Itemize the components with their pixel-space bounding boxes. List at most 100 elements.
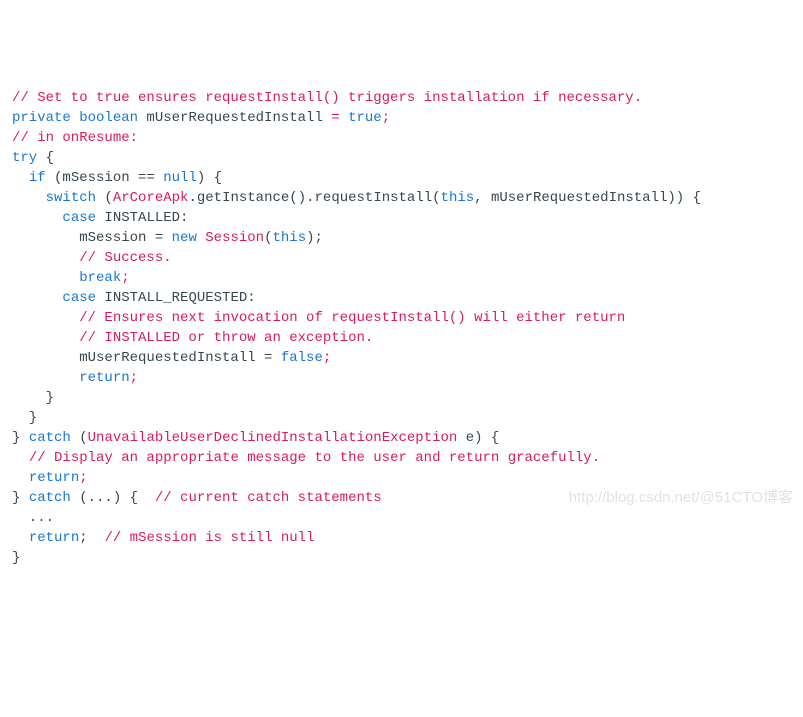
punct: ; bbox=[130, 370, 138, 386]
code-text: INSTALL_REQUESTED: bbox=[96, 290, 256, 306]
code-line: mSession = new Session(this); bbox=[12, 228, 791, 248]
code-text: ); bbox=[306, 230, 323, 246]
type: UnavailableUserDeclinedInstallationExcep… bbox=[88, 430, 458, 446]
code-text: } bbox=[12, 490, 29, 506]
code-text: mUserRequestedInstall = bbox=[12, 350, 281, 366]
punct: ; bbox=[382, 110, 390, 126]
literal: null bbox=[163, 170, 197, 186]
code-text: ( bbox=[432, 190, 440, 206]
code-line: } bbox=[12, 548, 791, 568]
indent bbox=[12, 210, 62, 226]
keyword: new bbox=[172, 230, 197, 246]
indent bbox=[12, 290, 62, 306]
code-line: return; // mSession is still null bbox=[12, 528, 791, 548]
code-text: , mUserRequestedInstall)) { bbox=[474, 190, 701, 206]
code-line: try { bbox=[12, 148, 791, 168]
code-text: ( bbox=[71, 430, 88, 446]
type: Session bbox=[205, 230, 264, 246]
keyword: catch bbox=[29, 490, 71, 506]
code-line: // Set to true ensures requestInstall() … bbox=[12, 88, 791, 108]
keyword: break bbox=[79, 270, 121, 286]
code-line: } bbox=[12, 388, 791, 408]
code-text: ; bbox=[79, 530, 104, 546]
code-text: ) { bbox=[197, 170, 222, 186]
indent bbox=[12, 250, 79, 266]
keyword: try bbox=[12, 150, 37, 166]
indent bbox=[12, 330, 79, 346]
keyword: return bbox=[29, 530, 79, 546]
code-line: } catch (UnavailableUserDeclinedInstalla… bbox=[12, 428, 791, 448]
comment: // Ensures next invocation of requestIns… bbox=[79, 310, 625, 326]
indent bbox=[12, 470, 29, 486]
comment: // Success. bbox=[79, 250, 171, 266]
keyword: this bbox=[272, 230, 306, 246]
code-text: (). bbox=[289, 190, 314, 206]
code-block: // Set to true ensures requestInstall() … bbox=[12, 88, 791, 568]
code-text: { bbox=[37, 150, 54, 166]
indent bbox=[12, 190, 46, 206]
code-text: } bbox=[12, 390, 54, 406]
code-text: (mSession == bbox=[46, 170, 164, 186]
indent bbox=[12, 530, 29, 546]
code-line: break; bbox=[12, 268, 791, 288]
code-line: case INSTALL_REQUESTED: bbox=[12, 288, 791, 308]
comment: // Display an appropriate message to the… bbox=[29, 450, 600, 466]
code-text bbox=[340, 110, 348, 126]
punct: ; bbox=[79, 470, 87, 486]
operator: = bbox=[331, 110, 339, 126]
code-line: // INSTALLED or throw an exception. bbox=[12, 328, 791, 348]
keyword: case bbox=[62, 290, 96, 306]
code-text bbox=[197, 230, 205, 246]
comment: // mSession is still null bbox=[104, 530, 314, 546]
code-text: . bbox=[188, 190, 196, 206]
code-line: mUserRequestedInstall = false; bbox=[12, 348, 791, 368]
indent bbox=[12, 270, 79, 286]
comment: // in onResume: bbox=[12, 130, 138, 146]
code-line: } bbox=[12, 408, 791, 428]
keyword: switch bbox=[46, 190, 96, 206]
comment: // INSTALLED or throw an exception. bbox=[79, 330, 373, 346]
indent bbox=[12, 310, 79, 326]
code-text: } bbox=[12, 410, 37, 426]
code-line: // Success. bbox=[12, 248, 791, 268]
literal: true bbox=[348, 110, 382, 126]
keyword: return bbox=[79, 370, 129, 386]
literal: false bbox=[281, 350, 323, 366]
indent bbox=[12, 450, 29, 466]
code-line: } catch (...) { // current catch stateme… bbox=[12, 488, 791, 508]
keyword: private boolean bbox=[12, 110, 138, 126]
type: ArCoreApk bbox=[113, 190, 189, 206]
code-text: } bbox=[12, 550, 20, 566]
keyword: return bbox=[29, 470, 79, 486]
keyword: this bbox=[441, 190, 475, 206]
punct: ; bbox=[121, 270, 129, 286]
code-line: // Display an appropriate message to the… bbox=[12, 448, 791, 468]
code-text: ... bbox=[12, 510, 54, 526]
punct: ; bbox=[323, 350, 331, 366]
code-line: switch (ArCoreApk.getInstance().requestI… bbox=[12, 188, 791, 208]
code-text: } bbox=[12, 430, 29, 446]
code-line: return; bbox=[12, 468, 791, 488]
code-text: (...) { bbox=[71, 490, 155, 506]
indent bbox=[12, 170, 29, 186]
code-line: return; bbox=[12, 368, 791, 388]
method: requestInstall bbox=[315, 190, 433, 206]
code-line: private boolean mUserRequestedInstall = … bbox=[12, 108, 791, 128]
code-text: e) { bbox=[457, 430, 499, 446]
code-line: case INSTALLED: bbox=[12, 208, 791, 228]
comment: // current catch statements bbox=[155, 490, 382, 506]
code-line: // Ensures next invocation of requestIns… bbox=[12, 308, 791, 328]
code-line: ... bbox=[12, 508, 791, 528]
keyword: case bbox=[62, 210, 96, 226]
indent bbox=[12, 370, 79, 386]
comment: // Set to true ensures requestInstall() … bbox=[12, 90, 642, 106]
code-text: INSTALLED: bbox=[96, 210, 188, 226]
code-text: mSession = bbox=[12, 230, 172, 246]
method: getInstance bbox=[197, 190, 289, 206]
code-line: if (mSession == null) { bbox=[12, 168, 791, 188]
code-line: // in onResume: bbox=[12, 128, 791, 148]
keyword: catch bbox=[29, 430, 71, 446]
code-text: mUserRequestedInstall bbox=[138, 110, 331, 126]
code-text: ( bbox=[96, 190, 113, 206]
keyword: if bbox=[29, 170, 46, 186]
